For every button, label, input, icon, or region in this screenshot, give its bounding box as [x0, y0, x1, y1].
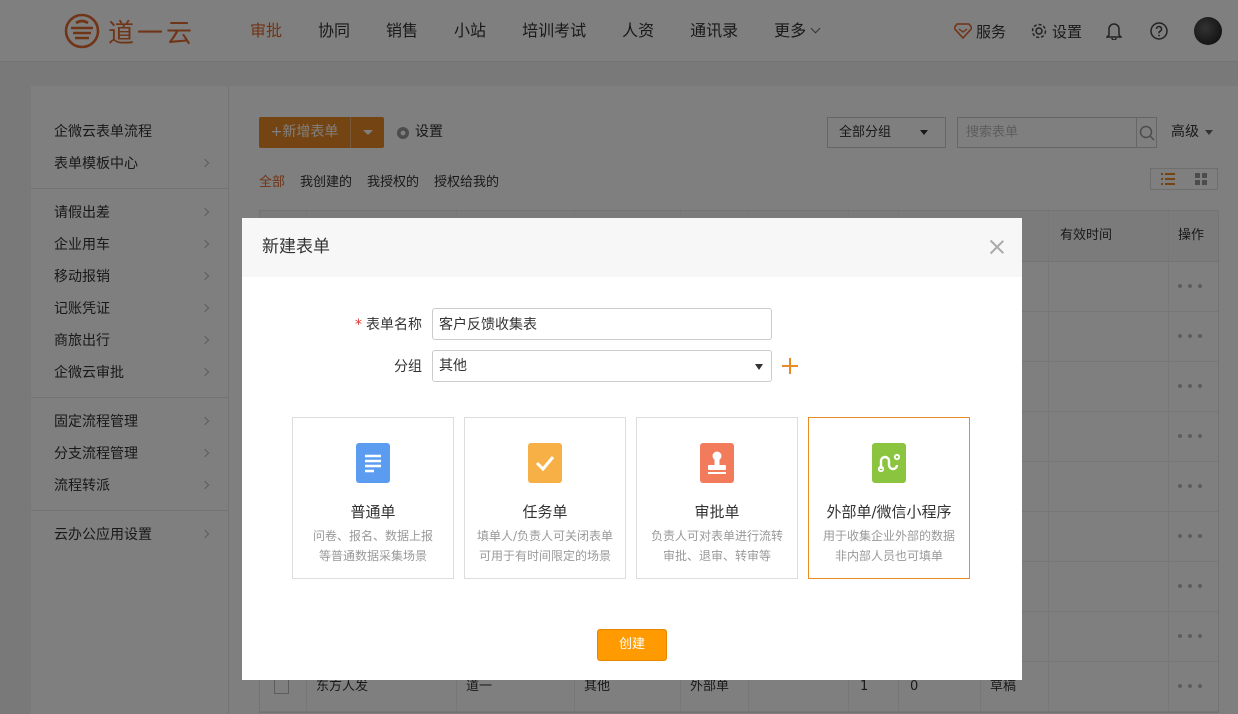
card-desc-line: 等普通数据采集场景 — [318, 549, 427, 563]
caret-down-icon — [755, 364, 763, 370]
card-title: 普通单 — [350, 503, 396, 521]
document-icon — [356, 443, 390, 483]
card-desc-line: 非内部人员也可填单 — [834, 549, 943, 563]
group-row: 分组 其他 — [242, 350, 798, 382]
dialog-header: 新建表单 — [242, 218, 1022, 277]
card-desc-line: 问卷、报名、数据上报 — [312, 529, 433, 543]
card-title: 审批单 — [694, 503, 740, 521]
add-group-icon[interactable] — [782, 358, 798, 374]
card-task-form[interactable]: 任务单 填单人/负责人可关闭表单 可用于有时间限定的场景 — [464, 417, 626, 579]
new-form-dialog: 新建表单 *表单名称 分组 其他 普通单 问卷、报名、数据上报等普通数据采集场景… — [242, 218, 1022, 680]
card-desc-line: 审批、退审、转审等 — [662, 549, 771, 563]
card-normal-form[interactable]: 普通单 问卷、报名、数据上报 等普通数据采集场景 — [292, 417, 454, 579]
card-title: 外部单/微信小程序 — [826, 503, 952, 521]
form-name-row: * 表单名称 — [242, 308, 772, 340]
card-description: 用于收集企业外部的数据 非内部人员也可填单 — [809, 526, 969, 566]
card-external-form[interactable]: 外部单/微信小程序 用于收集企业外部的数据 非内部人员也可填单 — [808, 417, 970, 579]
create-button[interactable]: 创建 — [597, 629, 667, 661]
card-description: 负责人可对表单进行流转 审批、退审、转审等 — [637, 526, 797, 566]
check-icon — [528, 443, 562, 483]
card-title: 任务单 — [522, 503, 568, 521]
card-desc-line: 填单人/负责人可关闭表单 — [476, 529, 614, 543]
form-name-field[interactable] — [432, 308, 772, 340]
card-desc-line: 负责人可对表单进行流转 — [650, 529, 783, 543]
card-description: 问卷、报名、数据上报 等普通数据采集场景 — [293, 526, 453, 566]
card-description: 填单人/负责人可关闭表单 可用于有时间限定的场景 — [465, 526, 625, 566]
form-name-label: * 表单名称 — [242, 314, 432, 334]
link-icon — [872, 443, 906, 483]
card-approval-form[interactable]: 审批单 负责人可对表单进行流转 审批、退审、转审等 — [636, 417, 798, 579]
dialog-title: 新建表单 — [262, 237, 330, 257]
close-icon[interactable] — [990, 240, 1004, 254]
card-desc-line: 用于收集企业外部的数据 — [822, 529, 955, 543]
form-type-cards: 普通单 问卷、报名、数据上报 等普通数据采集场景 任务单 填单人/负责人可关闭表单… — [292, 417, 980, 579]
required-mark: * — [355, 317, 362, 333]
form-name-label-text: 表单名称 — [366, 317, 422, 333]
stamp-icon — [700, 443, 734, 483]
group-select[interactable]: 其他 — [432, 350, 772, 382]
group-select-value: 其他 — [439, 358, 467, 374]
group-label: 分组 — [394, 359, 422, 375]
card-desc-line: 可用于有时间限定的场景 — [478, 549, 611, 563]
